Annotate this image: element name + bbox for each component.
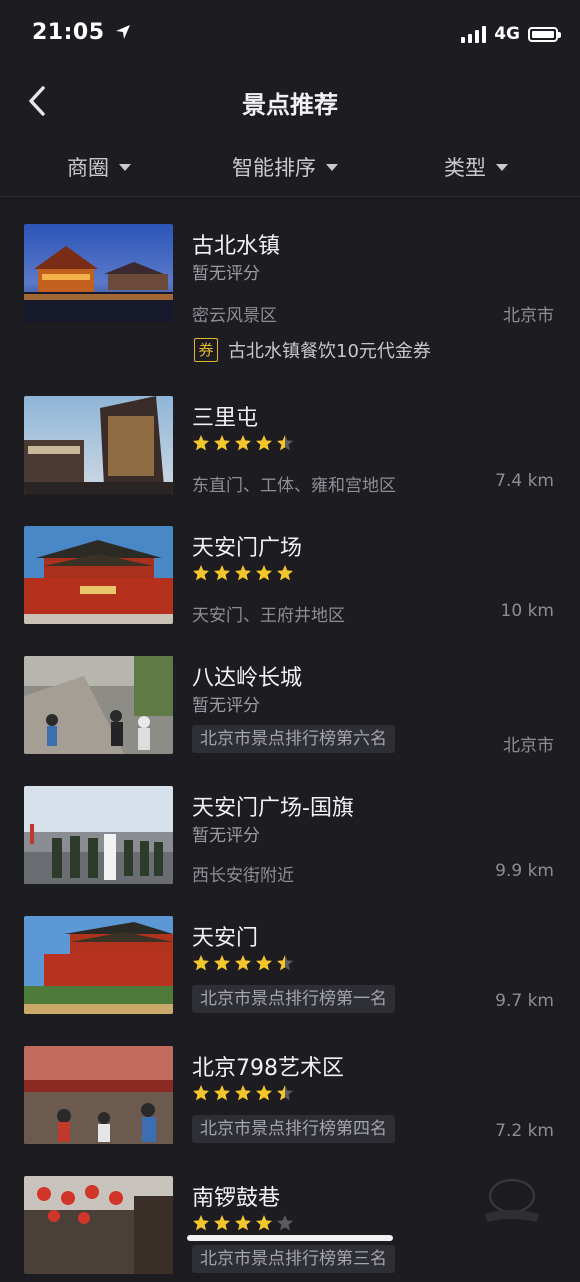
attraction-distance: 7.2 km (495, 1121, 554, 1141)
star-icon (235, 1085, 251, 1101)
rating-stars (192, 1214, 294, 1232)
star-icon (193, 955, 209, 971)
rating-text: 暂无评分 (192, 696, 260, 716)
nav-bar: 景点推荐 (0, 70, 580, 134)
star-icon (256, 435, 272, 451)
star-icon (214, 435, 230, 451)
attraction-name: 北京798艺术区 (192, 1056, 344, 1081)
list-item[interactable]: 天安门 北京市景点排行榜第一名 9.7 km (0, 892, 580, 1022)
ranking-tag: 北京市景点排行榜第六名 (192, 725, 395, 753)
star-icon (214, 955, 230, 971)
ranking-tag: 北京市景点排行榜第一名 (192, 985, 395, 1013)
filter-sort[interactable]: 智能排序 (232, 152, 338, 182)
attraction-name: 三里屯 (192, 406, 259, 431)
attraction-name: 八达岭长城 (192, 666, 303, 691)
star-icon (256, 1085, 272, 1101)
star-icon (214, 1085, 230, 1101)
attraction-distance: 7.4 km (495, 471, 554, 491)
filter-business-district[interactable]: 商圈 (67, 152, 131, 182)
attraction-city: 北京市 (503, 736, 554, 756)
list-item[interactable]: 三里屯 东直门、工体、雍和宫地区 7.4 km (0, 372, 580, 502)
attraction-name: 南锣鼓巷 (192, 1186, 281, 1211)
star-icon (277, 1085, 293, 1101)
filter-label: 类型 (444, 156, 486, 180)
network-label: 4G (494, 24, 520, 44)
filter-label: 智能排序 (232, 156, 316, 180)
attraction-area: 密云风景区 (192, 306, 277, 326)
location-arrow-icon (115, 25, 130, 39)
list-item[interactable]: 天安门广场-国旗 暂无评分 西长安街附近 9.9 km (0, 762, 580, 892)
attraction-photo (24, 396, 173, 494)
attraction-city: 北京市 (503, 306, 554, 326)
attraction-photo (24, 786, 173, 884)
star-icon (193, 435, 209, 451)
attraction-area: 天安门、王府井地区 (192, 606, 345, 626)
star-icon (193, 565, 209, 581)
rating-text: 暂无评分 (192, 264, 260, 284)
attraction-photo (24, 224, 173, 322)
star-icon (277, 565, 293, 581)
star-icon (214, 1215, 230, 1231)
star-icon (193, 1215, 209, 1231)
attraction-distance: 9.9 km (495, 861, 554, 881)
list-item[interactable]: 古北水镇 暂无评分 密云风景区 北京市 券 古北水镇餐饮10元代金券 (0, 200, 580, 362)
coupon[interactable]: 券 古北水镇餐饮10元代金券 (194, 337, 431, 363)
star-icon (235, 435, 251, 451)
filter-bar: 商圈 智能排序 类型 (0, 140, 580, 197)
star-icon (277, 435, 293, 451)
attraction-name: 天安门广场-国旗 (192, 796, 354, 821)
star-icon (193, 1085, 209, 1101)
coupon-badge-icon: 券 (194, 338, 218, 362)
status-indicators: 4G (461, 24, 561, 44)
attraction-name: 古北水镇 (192, 234, 281, 259)
rating-stars (192, 434, 294, 452)
status-time: 21:05 (32, 20, 131, 45)
filter-label: 商圈 (67, 156, 109, 180)
attraction-name: 天安门广场 (192, 536, 303, 561)
attraction-distance: 10 km (500, 601, 554, 621)
rating-stars (192, 954, 294, 972)
ranking-tag: 北京市景点排行榜第三名 (192, 1245, 395, 1273)
attraction-area: 西长安街附近 (192, 866, 294, 886)
ranking-tag: 北京市景点排行榜第四名 (192, 1115, 395, 1143)
caret-down-icon (496, 163, 508, 171)
star-icon (235, 955, 251, 971)
attraction-photo (24, 1046, 173, 1144)
attraction-area: 东直门、工体、雍和宫地区 (192, 476, 396, 496)
battery-icon (528, 26, 561, 42)
attraction-photo (24, 1176, 173, 1274)
star-icon (256, 1215, 272, 1231)
coupon-text: 古北水镇餐饮10元代金券 (228, 341, 431, 362)
attraction-photo (24, 916, 173, 1014)
attraction-photo (24, 656, 173, 754)
star-icon (256, 955, 272, 971)
star-icon (277, 955, 293, 971)
star-icon (235, 565, 251, 581)
list-item[interactable]: 北京798艺术区 北京市景点排行榜第四名 7.2 km (0, 1022, 580, 1152)
attraction-photo (24, 526, 173, 624)
caret-down-icon (326, 163, 338, 171)
list-item[interactable]: 天安门广场 天安门、王府井地区 10 km (0, 502, 580, 632)
rating-stars (192, 564, 294, 582)
home-indicator (187, 1235, 393, 1241)
watermark-logo (485, 1179, 539, 1222)
attraction-distance: 9.7 km (495, 991, 554, 1011)
star-icon (235, 1215, 251, 1231)
list-item[interactable]: 八达岭长城 暂无评分 北京市景点排行榜第六名 北京市 (0, 632, 580, 762)
status-bar: 21:05 4G (0, 0, 580, 70)
rating-stars (192, 1084, 294, 1102)
star-icon (277, 1215, 293, 1231)
star-icon (214, 565, 230, 581)
signal-icon (461, 25, 487, 43)
page-title: 景点推荐 (242, 91, 338, 119)
attraction-name: 天安门 (192, 926, 259, 951)
filter-type[interactable]: 类型 (444, 152, 508, 182)
caret-down-icon (119, 163, 131, 171)
star-icon (256, 565, 272, 581)
rating-text: 暂无评分 (192, 826, 260, 846)
